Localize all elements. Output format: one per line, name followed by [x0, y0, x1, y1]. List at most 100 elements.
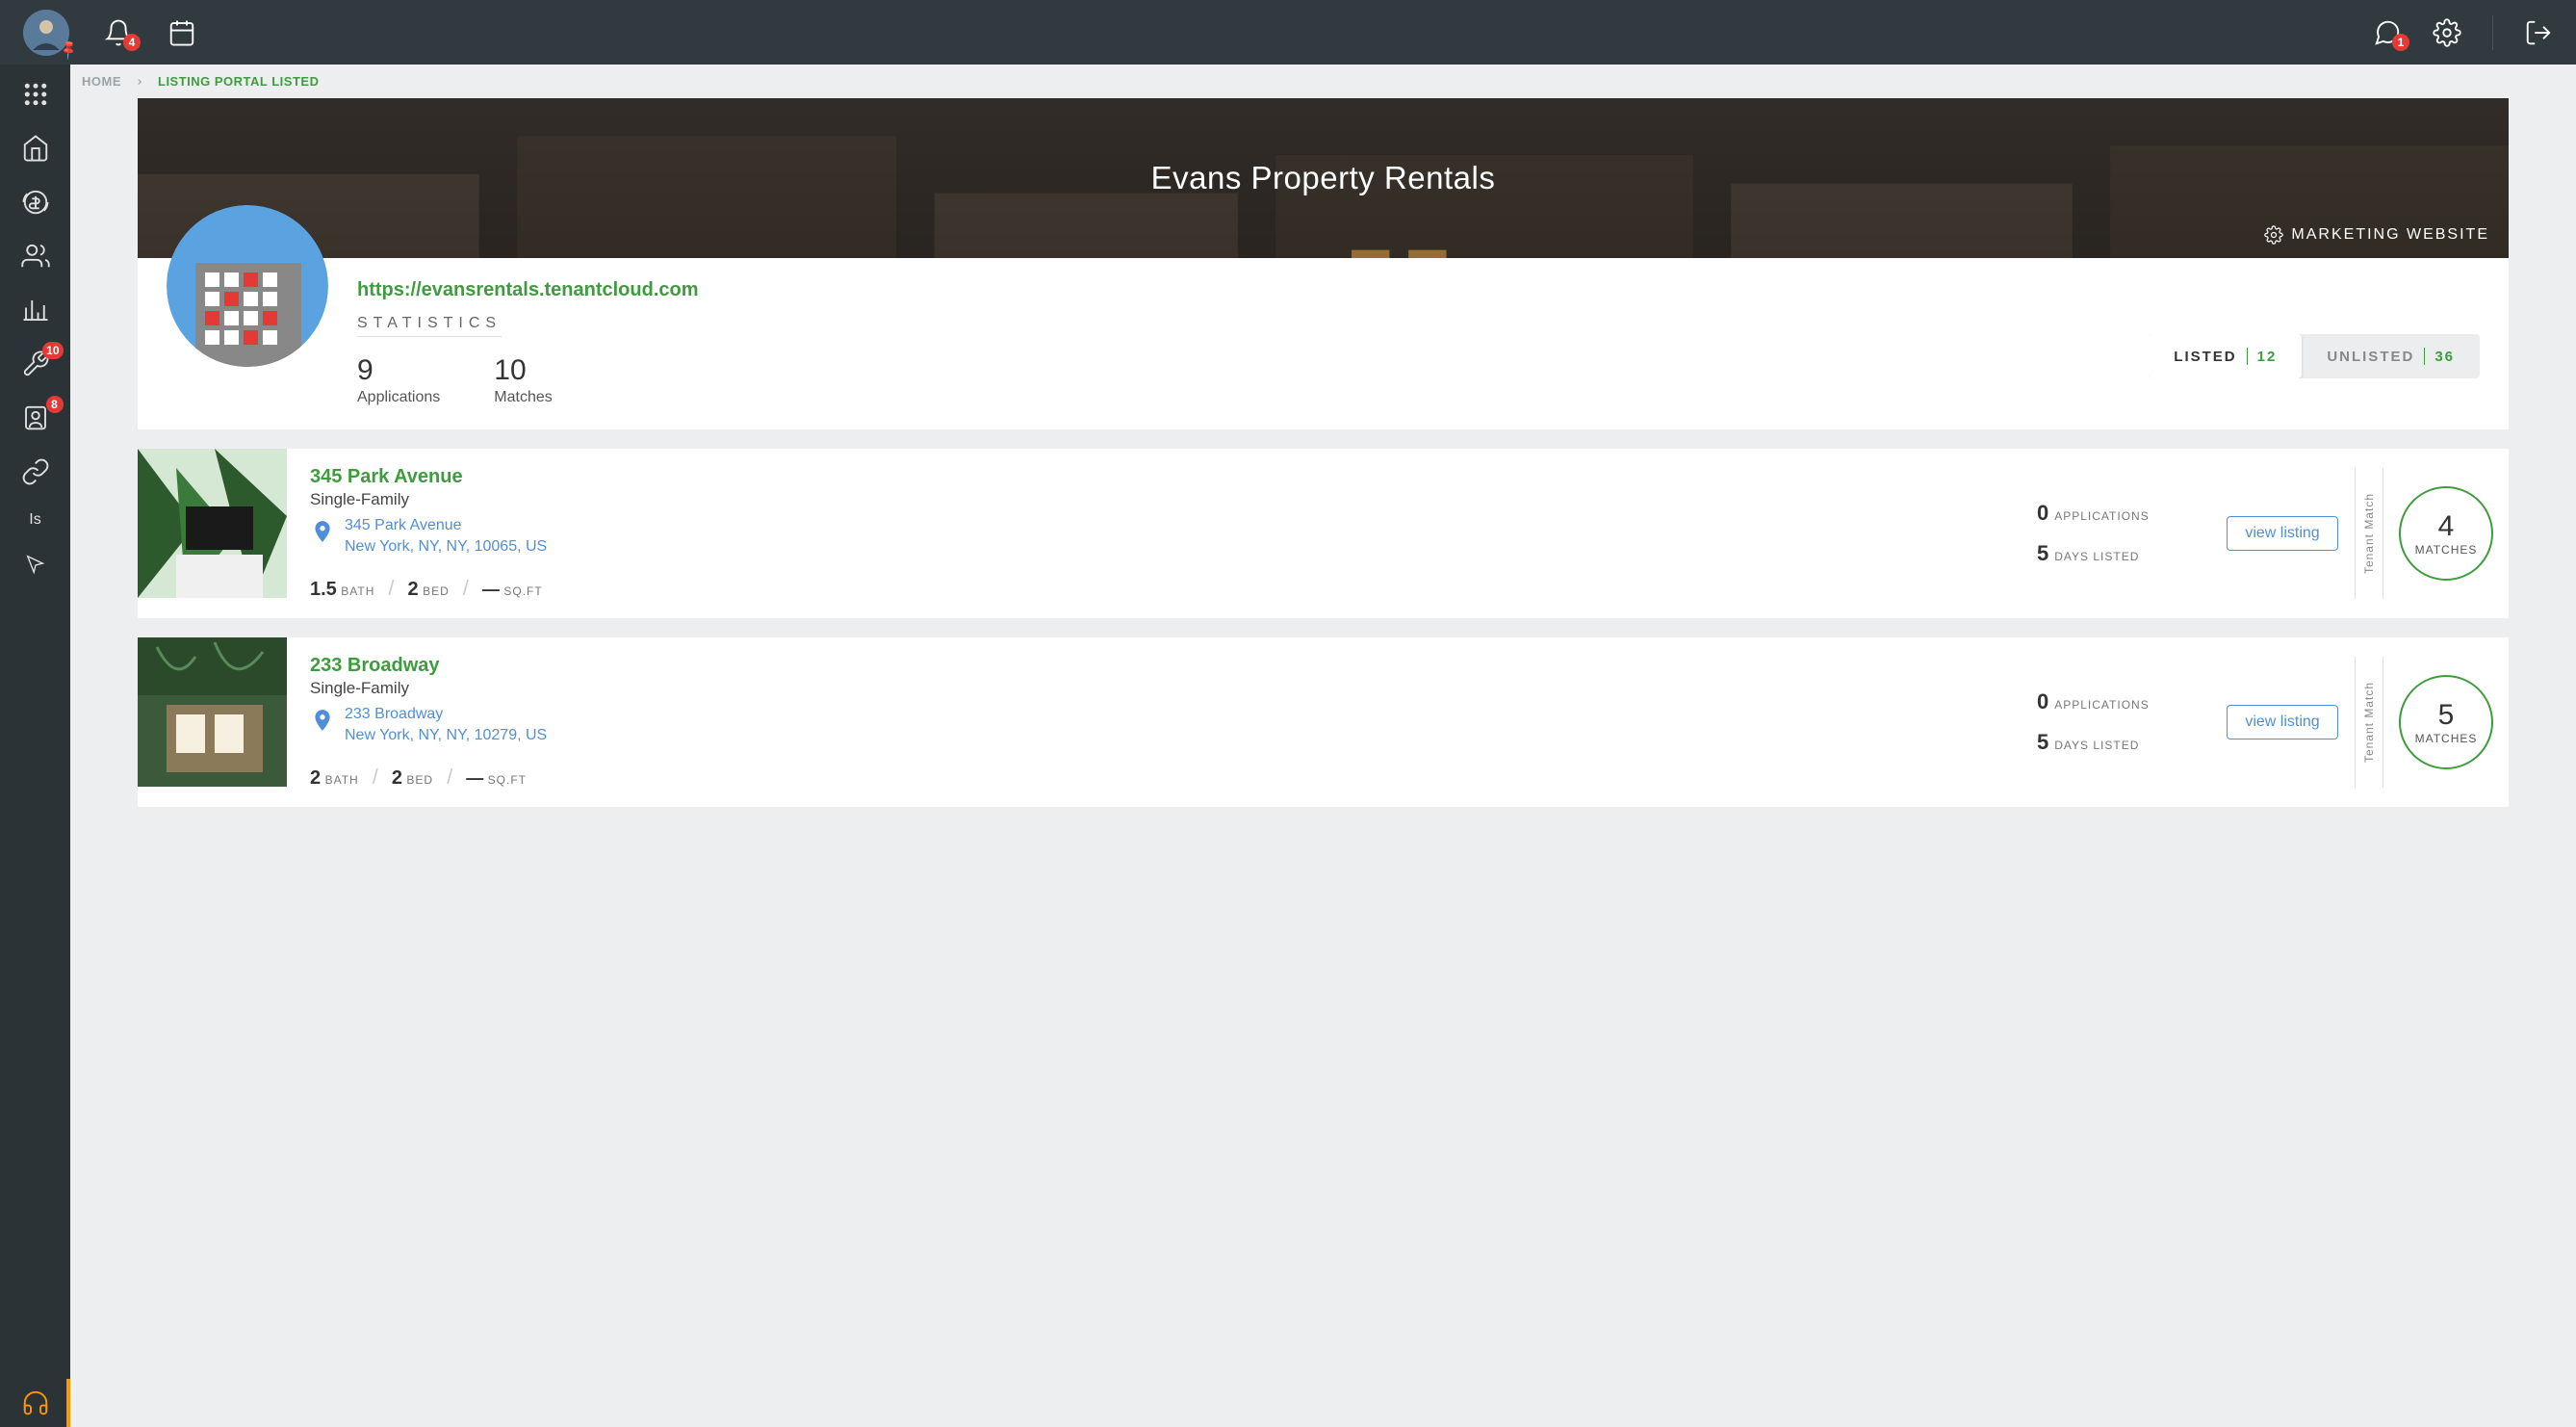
listing-type: Single-Family — [310, 490, 2014, 509]
apps-icon[interactable] — [21, 80, 50, 109]
breadcrumb: HOME LISTING PORTAL LISTED — [70, 65, 2576, 98]
reports-icon[interactable] — [21, 296, 50, 324]
portal-logo — [167, 205, 328, 367]
bed-value: 2 — [408, 579, 419, 600]
calendar-icon[interactable] — [167, 18, 196, 47]
listing-specs: 2 BATH / 2 BED / — SQ.FT — [310, 765, 2014, 790]
listing-specs: 1.5 BATH / 2 BED / — SQ.FT — [310, 576, 2014, 601]
contacts-icon[interactable]: 8 — [21, 403, 50, 432]
tenant-match-text: Tenant Match — [2362, 493, 2376, 574]
address-line1: 233 Broadway — [345, 704, 547, 725]
view-listing-button[interactable]: view listing — [2227, 516, 2337, 551]
home-icon[interactable] — [21, 134, 50, 163]
logout-icon[interactable] — [2524, 18, 2553, 47]
sidebar: 10 8 Is — [0, 65, 70, 1427]
breadcrumb-home[interactable]: HOME — [82, 74, 121, 89]
applications-unit: APPLICATIONS — [2054, 698, 2149, 712]
notifications-badge: 4 — [123, 34, 141, 51]
chevron-right-icon — [135, 77, 144, 87]
listing-card: 345 Park Avenue Single-Family 345 Park A… — [138, 449, 2509, 618]
user-avatar[interactable]: 📌 — [23, 10, 69, 56]
sidebar-accent — [66, 1379, 70, 1427]
contacts-badge: 8 — [46, 396, 64, 413]
cursor-icon[interactable] — [25, 554, 46, 575]
marketing-website-link[interactable]: MARKETING WEBSITE — [2264, 225, 2489, 245]
matches-circle[interactable]: 4 MATCHES — [2399, 486, 2493, 581]
tab-unlisted-count: 36 — [2434, 349, 2455, 365]
chat-badge: 1 — [2392, 34, 2409, 51]
spec-divider: / — [463, 576, 469, 601]
hero-banner: Evans Property Rentals MARKETING WEBSITE — [138, 98, 2509, 258]
matches-count: 10 — [494, 354, 552, 387]
tenant-match-label: Tenant Match — [2355, 468, 2383, 599]
bath-value: 1.5 — [310, 579, 337, 600]
marketing-website-label: MARKETING WEBSITE — [2291, 226, 2489, 244]
bath-label: BATH — [325, 773, 359, 787]
applications-value: 0 — [2037, 501, 2048, 526]
address-line2: New York, NY, NY, 10279, US — [345, 725, 547, 746]
applications-label: Applications — [357, 389, 440, 406]
spec-divider: / — [447, 765, 452, 790]
headset-icon[interactable] — [21, 1388, 50, 1417]
bed-value: 2 — [392, 767, 402, 789]
applications-unit: APPLICATIONS — [2054, 509, 2149, 523]
listing-type: Single-Family — [310, 679, 2014, 698]
matches-stat: 10 Matches — [494, 354, 552, 406]
bed-label: BED — [406, 773, 433, 787]
transactions-icon[interactable] — [21, 188, 50, 217]
listing-stats: 0 APPLICATIONS 5 DAYS LISTED — [2037, 449, 2210, 618]
sidebar-text-item[interactable]: Is — [29, 511, 40, 529]
sqft-label: SQ.FT — [503, 584, 542, 598]
main-content: HOME LISTING PORTAL LISTED E — [70, 65, 2576, 1427]
listing-card: 233 Broadway Single-Family 233 Broadway … — [138, 637, 2509, 807]
applications-count: 9 — [357, 354, 440, 387]
portal-url[interactable]: https://evansrentals.tenantcloud.com — [357, 279, 2149, 301]
statistics-label: STATISTICS — [357, 315, 502, 337]
tools-icon[interactable]: 10 — [21, 350, 50, 378]
listing-title[interactable]: 345 Park Avenue — [310, 466, 2014, 488]
hero-title: Evans Property Rentals — [1151, 160, 1496, 196]
listing-image — [138, 637, 287, 787]
view-listing-button[interactable]: view listing — [2227, 705, 2337, 739]
location-pin-icon — [310, 519, 335, 544]
listing-title[interactable]: 233 Broadway — [310, 655, 2014, 677]
matches-circle-label: MATCHES — [2415, 732, 2478, 745]
matches-number: 5 — [2438, 699, 2455, 732]
days-listed-unit: DAYS LISTED — [2054, 550, 2139, 563]
notifications-icon[interactable]: 4 — [104, 18, 133, 47]
location-pin-icon — [310, 708, 335, 733]
applications-value: 0 — [2037, 689, 2048, 714]
days-listed-value: 5 — [2037, 730, 2048, 755]
settings-icon[interactable] — [2433, 18, 2461, 47]
link-icon[interactable] — [21, 457, 50, 486]
portal-info-card: https://evansrentals.tenantcloud.com STA… — [138, 258, 2509, 429]
address-line1: 345 Park Avenue — [345, 515, 547, 536]
tab-unlisted-label: UNLISTED — [2327, 349, 2414, 365]
bath-value: 2 — [310, 767, 321, 789]
divider — [2492, 15, 2493, 50]
applications-stat: 9 Applications — [357, 354, 440, 406]
tab-listed[interactable]: LISTED 12 — [2149, 334, 2302, 378]
people-icon[interactable] — [21, 242, 50, 271]
listing-address: 233 Broadway New York, NY, NY, 10279, US — [345, 704, 547, 747]
days-listed-unit: DAYS LISTED — [2054, 739, 2139, 752]
listing-image — [138, 449, 287, 598]
chat-icon[interactable]: 1 — [2373, 18, 2402, 47]
tab-separator — [2424, 348, 2425, 365]
sqft-label: SQ.FT — [488, 773, 527, 787]
matches-circle[interactable]: 5 MATCHES — [2399, 675, 2493, 769]
bed-label: BED — [423, 584, 450, 598]
listing-stats: 0 APPLICATIONS 5 DAYS LISTED — [2037, 637, 2210, 807]
tools-badge: 10 — [42, 342, 63, 359]
tab-unlisted[interactable]: UNLISTED 36 — [2302, 334, 2480, 378]
days-listed-value: 5 — [2037, 541, 2048, 566]
bath-label: BATH — [341, 584, 374, 598]
tab-listed-label: LISTED — [2174, 349, 2236, 365]
sqft-value: — — [482, 580, 500, 599]
listing-tabs: LISTED 12 UNLISTED 36 — [2149, 334, 2480, 378]
topbar: 📌 4 1 — [0, 0, 2576, 65]
matches-number: 4 — [2438, 510, 2455, 543]
sqft-value: — — [466, 768, 483, 788]
matches-circle-label: MATCHES — [2415, 543, 2478, 557]
listing-address: 345 Park Avenue New York, NY, NY, 10065,… — [345, 515, 547, 558]
